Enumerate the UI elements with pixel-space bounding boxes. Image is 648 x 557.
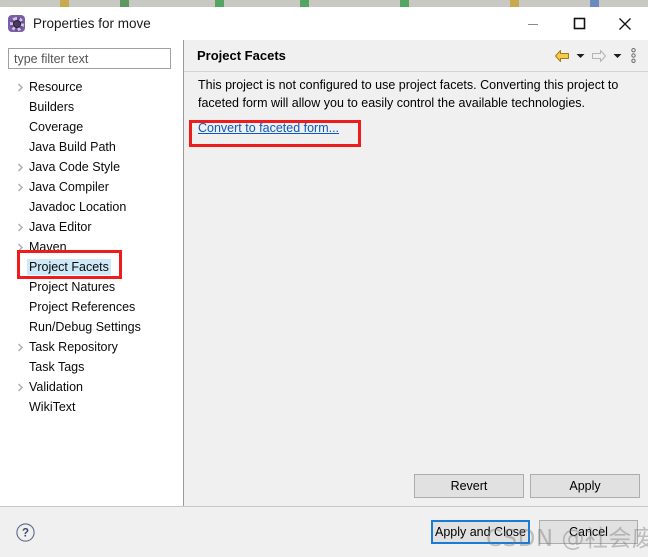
bg-icon xyxy=(590,0,599,7)
tree-item-label: Project Natures xyxy=(29,280,116,294)
chevron-right-icon[interactable] xyxy=(14,222,27,232)
close-icon[interactable] xyxy=(602,7,648,40)
tree-item-project-references[interactable]: Project References xyxy=(0,297,183,317)
svg-text:?: ? xyxy=(22,528,29,540)
tree-item-javadoc-location[interactable]: Javadoc Location xyxy=(0,197,183,217)
tree-item-project-natures[interactable]: Project Natures xyxy=(0,277,183,297)
filter-input[interactable]: type filter text xyxy=(8,48,171,69)
apply-button[interactable]: Apply xyxy=(530,474,640,498)
tree-item-wikitext[interactable]: WikiText xyxy=(0,397,183,417)
tree-item-coverage[interactable]: Coverage xyxy=(0,117,183,137)
tree-item-java-compiler[interactable]: Java Compiler xyxy=(0,177,183,197)
background-window-strip xyxy=(0,0,648,7)
bg-icon xyxy=(215,0,224,7)
tree-item-label: Project Facets xyxy=(27,259,111,275)
bg-icon xyxy=(400,0,409,7)
tree-item-label: Project References xyxy=(29,300,136,314)
window-controls xyxy=(510,7,648,40)
tree-item-resource[interactable]: Resource xyxy=(0,77,183,97)
filter-placeholder: type filter text xyxy=(14,51,89,66)
tree-item-project-facets[interactable]: Project Facets xyxy=(0,257,183,277)
tree-item-java-code-style[interactable]: Java Code Style xyxy=(0,157,183,177)
back-arrow-icon[interactable] xyxy=(552,46,572,66)
revert-button[interactable]: Revert xyxy=(414,474,524,498)
chevron-right-icon[interactable] xyxy=(14,242,27,252)
tree-item-label: Java Editor xyxy=(29,220,92,234)
tree-item-label: Java Build Path xyxy=(29,140,116,154)
minimize-icon[interactable] xyxy=(510,7,556,40)
page-header: Project Facets xyxy=(184,40,648,71)
footer-buttons: Apply and Close Cancel xyxy=(431,520,638,544)
tree-item-label: Java Compiler xyxy=(29,180,109,194)
convert-to-faceted-form-link[interactable]: Convert to faceted form... xyxy=(198,121,339,135)
tree-item-maven[interactable]: Maven xyxy=(0,237,183,257)
dialog-body: type filter text Resource Builders Cover… xyxy=(0,40,648,506)
bg-icon xyxy=(300,0,309,7)
chevron-right-icon[interactable] xyxy=(14,342,27,352)
tree-item-task-repository[interactable]: Task Repository xyxy=(0,337,183,357)
chevron-right-icon[interactable] xyxy=(14,82,27,92)
window-title: Properties for move xyxy=(33,16,151,31)
title-bar: Properties for move xyxy=(0,7,648,40)
tree-item-label: Maven xyxy=(29,240,67,254)
header-divider xyxy=(184,71,648,72)
tree-item-label: Resource xyxy=(29,80,83,94)
vertical-dots-icon[interactable] xyxy=(626,46,640,66)
bg-icon xyxy=(60,0,69,7)
page-content: This project is not configured to use pr… xyxy=(184,76,648,135)
tree-item-label: WikiText xyxy=(29,400,76,414)
help-icon[interactable]: ? xyxy=(16,523,35,542)
convert-link-row: Convert to faceted form... xyxy=(198,121,648,135)
tree-item-label: Validation xyxy=(29,380,83,394)
tree-item-label: Javadoc Location xyxy=(29,200,127,214)
apply-and-close-button[interactable]: Apply and Close xyxy=(431,520,530,544)
tree-item-label: Builders xyxy=(29,100,75,114)
maximize-icon[interactable] xyxy=(556,7,602,40)
chevron-right-icon[interactable] xyxy=(14,382,27,392)
dialog-footer: ? Apply and Close Cancel xyxy=(0,507,648,557)
tree-item-validation[interactable]: Validation xyxy=(0,377,183,397)
tree-item-label: Task Repository xyxy=(29,340,118,354)
bg-icon xyxy=(120,0,129,7)
page-description: This project is not configured to use pr… xyxy=(198,78,619,110)
properties-dialog: Properties for move type filter text Res… xyxy=(0,7,648,557)
properties-gear-icon xyxy=(8,15,25,32)
tree-item-java-editor[interactable]: Java Editor xyxy=(0,217,183,237)
tree-item-task-tags[interactable]: Task Tags xyxy=(0,357,183,377)
page-toolbar xyxy=(552,40,640,71)
project-facets-pane: Project Facets This project is not confi… xyxy=(184,40,648,506)
page-action-buttons: Revert Apply xyxy=(414,474,640,498)
tree-item-run-debug-settings[interactable]: Run/Debug Settings xyxy=(0,317,183,337)
page-title: Project Facets xyxy=(197,48,286,63)
tree-item-label: Task Tags xyxy=(29,360,85,374)
tree-item-java-build-path[interactable]: Java Build Path xyxy=(0,137,183,157)
back-chevron-down-icon[interactable] xyxy=(574,46,587,66)
settings-tree-pane: type filter text Resource Builders Cover… xyxy=(0,40,183,506)
bg-icon xyxy=(510,0,519,7)
cancel-button[interactable]: Cancel xyxy=(539,520,638,544)
settings-tree: Resource Builders Coverage Java Build Pa… xyxy=(0,77,183,417)
forward-arrow-icon[interactable] xyxy=(589,46,609,66)
chevron-right-icon[interactable] xyxy=(14,182,27,192)
tree-item-builders[interactable]: Builders xyxy=(0,97,183,117)
tree-item-label: Coverage xyxy=(29,120,84,134)
forward-chevron-down-icon[interactable] xyxy=(611,46,624,66)
tree-item-label: Run/Debug Settings xyxy=(29,320,141,334)
tree-item-label: Java Code Style xyxy=(29,160,121,174)
chevron-right-icon[interactable] xyxy=(14,162,27,172)
